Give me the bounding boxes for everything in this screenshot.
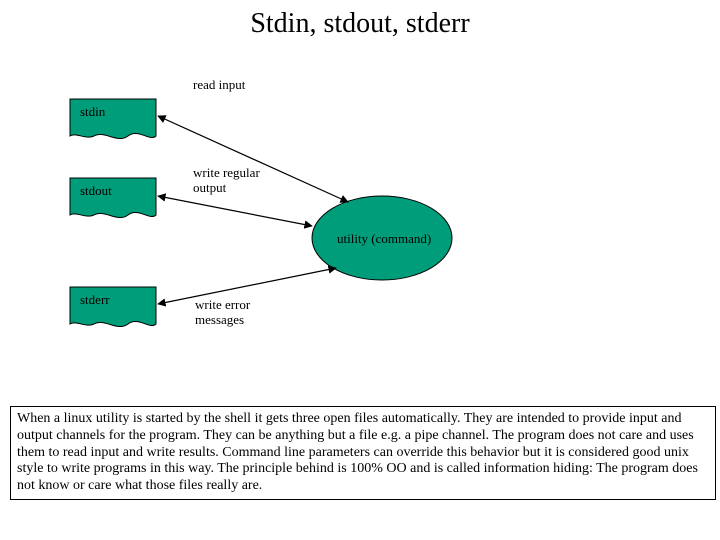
description-box: When a linux utility is started by the s… [10,406,716,500]
description-text: When a linux utility is started by the s… [17,411,698,493]
label-read-input: read input [193,78,245,93]
node-stdout: stdout [70,178,156,218]
arrow-stdout-utility [158,196,312,226]
node-stderr: stderr [70,287,156,327]
label-write-error-messages: write error messages [195,298,250,328]
node-stdout-label: stdout [80,183,112,198]
node-utility-label: utility (command) [337,231,431,246]
node-stderr-label: stderr [80,292,110,307]
node-stdin: stdin [70,99,156,139]
label-write-regular-output: write regular output [193,166,260,196]
page-title: Stdin, stdout, stderr [0,8,720,40]
node-utility: utility (command) [312,196,452,280]
node-stdin-label: stdin [80,104,106,119]
